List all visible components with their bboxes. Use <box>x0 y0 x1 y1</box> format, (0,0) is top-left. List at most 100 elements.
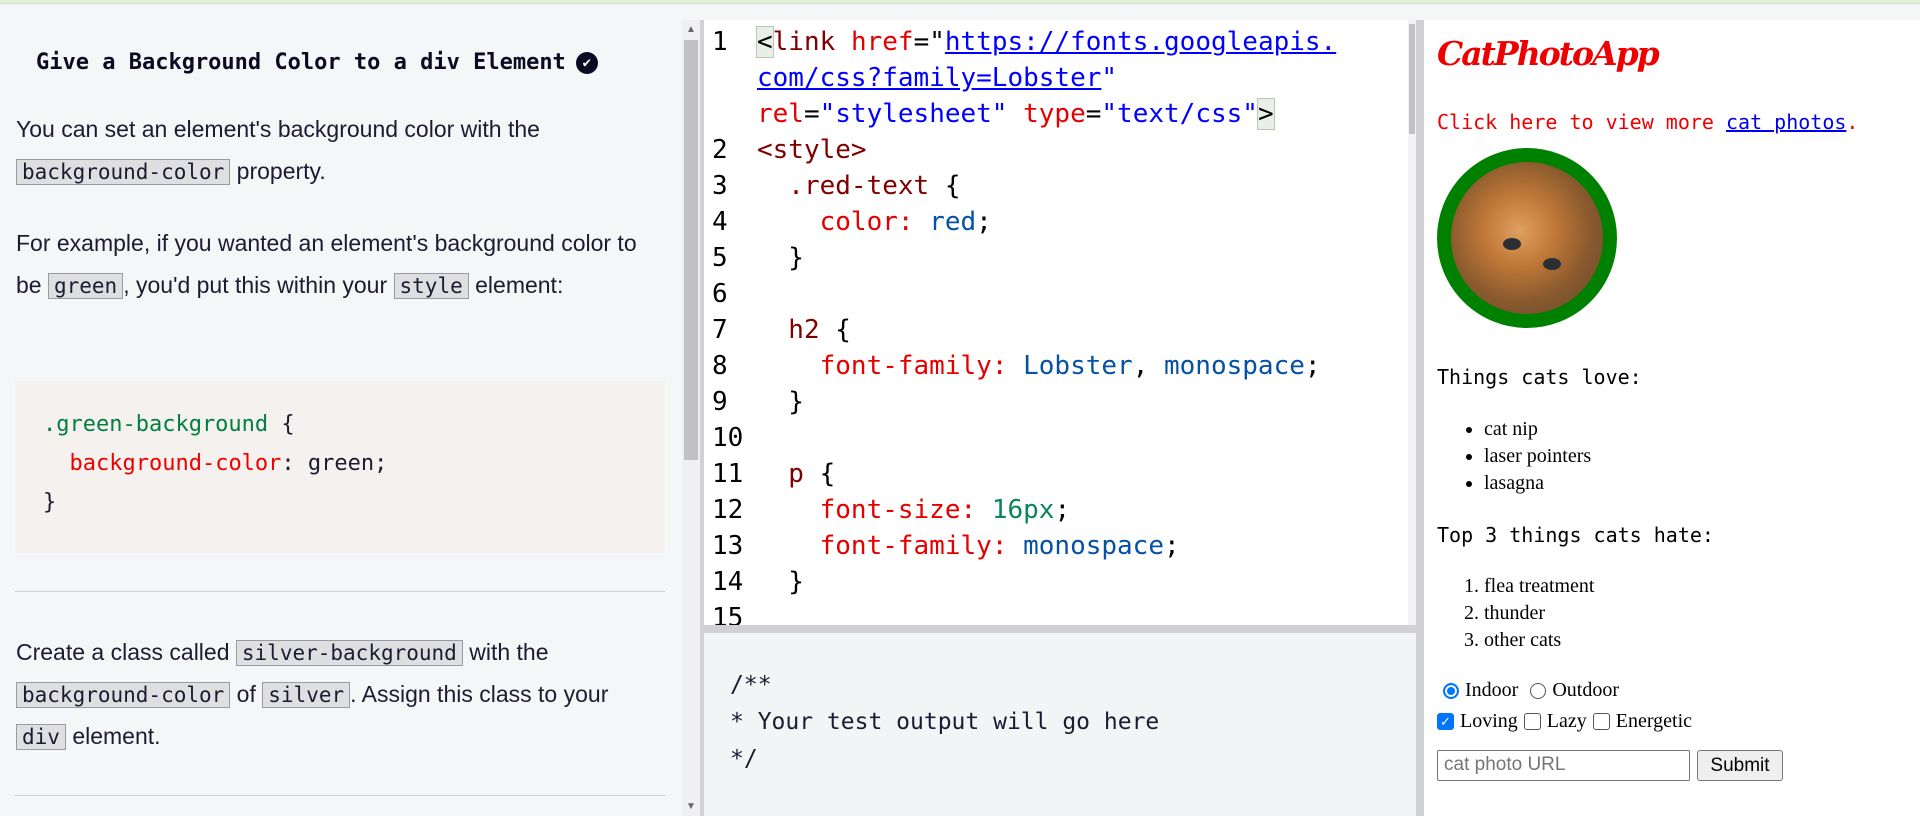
checkbox-energetic[interactable] <box>1592 713 1610 730</box>
scroll-up-icon[interactable]: ▲ <box>686 24 696 35</box>
code-token: .red-text <box>757 171 945 201</box>
code-token: { <box>835 315 851 345</box>
test-output-panel: /** * Your test output will go here */ <box>704 633 1416 816</box>
hate-list: flea treatment thunder other cats <box>1484 573 1595 654</box>
code-token: "text/css" <box>1101 99 1258 129</box>
scrollbar-thumb[interactable] <box>1409 24 1415 134</box>
code-token: ; <box>1164 531 1180 561</box>
code-editor[interactable]: 1 <link href="https://fonts.googleapis. co… <box>704 20 1416 625</box>
submit-button[interactable]: Submit <box>1697 750 1783 781</box>
code-line[interactable]: .red-text { <box>757 168 961 204</box>
cat-eye <box>1503 238 1521 250</box>
radio-outdoor[interactable] <box>1530 682 1547 699</box>
code-token: =" <box>913 27 945 57</box>
top-progress-strip <box>0 0 1920 4</box>
code-line[interactable]: } <box>757 564 804 600</box>
code-line[interactable]: rel="stylesheet" type="text/css"> <box>757 96 1275 132</box>
code-line[interactable]: font-family: monospace; <box>757 528 1180 564</box>
list-item: other cats <box>1484 627 1595 654</box>
editor-output-divider[interactable] <box>704 625 1416 633</box>
code-token: = <box>1085 99 1102 129</box>
cat-photos-link[interactable]: cat photos <box>1726 110 1846 134</box>
code-token: } <box>757 387 804 417</box>
list-item: lasagna <box>1484 470 1591 497</box>
code-line[interactable]: p { <box>757 456 835 492</box>
code-token: com/css?family=Lobster <box>757 63 1102 93</box>
scrollbar-thumb[interactable] <box>684 40 698 460</box>
line-number: 15 <box>712 603 744 625</box>
code-token: { <box>944 171 961 201</box>
code-line[interactable]: font-size: 16px; <box>757 492 1070 528</box>
code-token: monospace <box>1164 351 1305 381</box>
radio-group: Indoor Outdoor <box>1437 679 1619 702</box>
code-token: font-family: <box>757 351 1024 381</box>
editor-scrollbar[interactable] <box>1408 20 1416 625</box>
divider <box>15 591 665 592</box>
inline-code: background-color <box>16 682 231 708</box>
code-token: type <box>1023 99 1086 129</box>
challenge-title: Give a Background Color to a div Element… <box>36 50 598 75</box>
line-number: 3 <box>712 171 728 201</box>
code-token: href <box>850 27 914 57</box>
code-token: , <box>1132 351 1164 381</box>
code-token: font-size: <box>757 495 992 525</box>
pane-divider[interactable] <box>1416 20 1424 816</box>
code-token: p <box>757 459 820 489</box>
line-number: 5 <box>712 243 728 273</box>
line-number: 6 <box>712 279 728 309</box>
instruction-paragraph: You can set an element's background colo… <box>16 116 540 185</box>
code-line[interactable]: } <box>757 384 804 420</box>
love-list: cat nip laser pointers lasagna <box>1484 416 1591 497</box>
code-token: { <box>819 459 836 489</box>
code-token: https://fonts.googleapis. <box>944 27 1337 57</box>
list-item: cat nip <box>1484 416 1591 443</box>
line-number: 12 <box>712 495 744 525</box>
code-line[interactable]: color: red; <box>757 204 992 240</box>
code-token: " <box>1101 63 1118 93</box>
instructions-scrollbar[interactable]: ▲ ▼ <box>682 20 700 816</box>
code-token: color: <box>757 207 930 237</box>
instruction-paragraph: Create a class called silver-background … <box>16 639 609 750</box>
list-item: flea treatment <box>1484 573 1595 600</box>
code-token: rel <box>757 99 804 129</box>
checkbox-lazy[interactable] <box>1523 713 1541 730</box>
inline-code: background-color <box>16 159 231 185</box>
code-token: ; <box>1304 351 1321 381</box>
code-token: Lobster <box>1023 351 1133 381</box>
code-token: link <box>772 27 851 57</box>
inline-code: div <box>16 724 66 750</box>
cat-eye <box>1543 258 1561 270</box>
click-here-paragraph: Click here to view more cat photos. <box>1437 110 1859 134</box>
app-title: CatPhotoApp <box>1437 34 1660 73</box>
scroll-down-icon[interactable]: ▼ <box>686 801 696 812</box>
cat-photo[interactable] <box>1437 148 1617 328</box>
cat-photo-url-input[interactable]: cat photo URL <box>1437 750 1690 781</box>
preview-panel: CatPhotoApp Click here to view more cat … <box>1424 20 1920 816</box>
code-token: 16px <box>991 495 1055 525</box>
checkbox-group: ✓ Loving Lazy Energetic <box>1437 710 1692 733</box>
radio-indoor[interactable] <box>1443 682 1459 699</box>
line-number: 8 <box>712 351 728 381</box>
code-line[interactable]: <link href="https://fonts.googleapis. <box>756 24 1337 60</box>
code-token: } <box>757 567 804 597</box>
hate-heading: Top 3 things cats hate: <box>1437 523 1714 547</box>
code-line[interactable]: <style> <box>757 132 867 168</box>
code-token: < <box>756 26 774 58</box>
code-line[interactable]: h2 { <box>757 312 851 348</box>
code-line[interactable]: com/css?family=Lobster" <box>757 60 1117 96</box>
code-line[interactable]: } <box>757 240 804 276</box>
code-token: <style> <box>757 135 867 165</box>
love-heading: Things cats love: <box>1437 365 1642 389</box>
code-token: red <box>929 207 977 237</box>
instruction-paragraph: For example, if you wanted an element's … <box>16 230 637 299</box>
list-item: laser pointers <box>1484 443 1591 470</box>
inline-code: style <box>393 273 469 299</box>
checkbox-loving[interactable]: ✓ <box>1437 713 1454 730</box>
code-token: } <box>757 243 804 273</box>
check-circle-icon: ✔ <box>575 51 598 74</box>
line-number: 11 <box>712 459 744 489</box>
code-token: ; <box>1054 495 1071 525</box>
code-token: "stylesheet" <box>819 99 1024 129</box>
code-line[interactable]: font-family: Lobster, monospace; <box>757 348 1321 384</box>
line-number: 4 <box>712 207 728 237</box>
